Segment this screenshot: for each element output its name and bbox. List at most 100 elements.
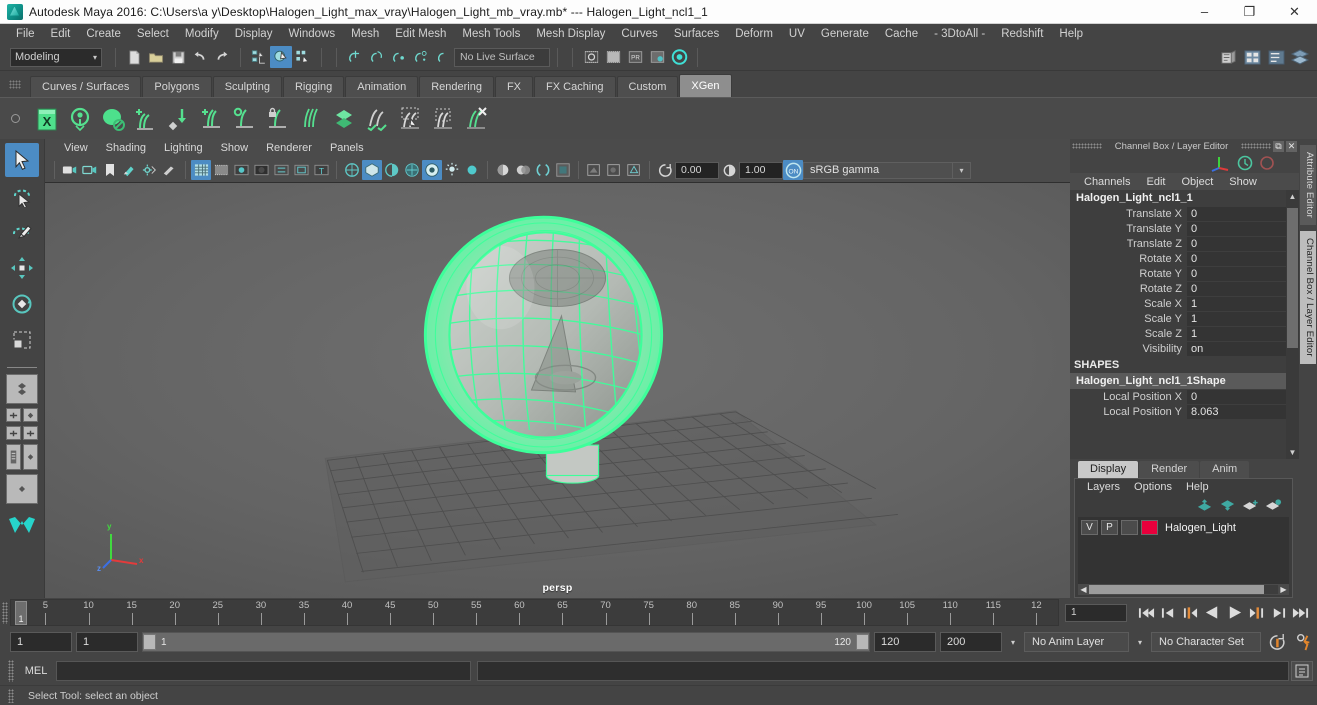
menu-3dtoall[interactable]: - 3DtoAll - (926, 25, 993, 43)
panel-grip-icon[interactable] (1241, 143, 1271, 149)
layer-menu-layers[interactable]: Layers (1080, 481, 1127, 493)
shelf-drag-handle[interactable] (0, 71, 30, 97)
xgen-lock-modifier-icon[interactable] (261, 102, 294, 136)
minimize-button[interactable]: – (1182, 0, 1227, 23)
new-layer-from-selected-icon[interactable] (1265, 498, 1282, 512)
exposure-field[interactable]: 0.00 (675, 161, 719, 179)
film-origin-icon[interactable] (271, 160, 291, 180)
layout-persp-button[interactable] (23, 408, 38, 422)
isolate-select-icon[interactable] (553, 160, 573, 180)
select-by-component-type-button[interactable] (292, 46, 314, 68)
channel-value[interactable]: 1 (1187, 311, 1299, 326)
screen-space-ao-icon[interactable] (462, 160, 482, 180)
step-back-frame-button[interactable] (1180, 602, 1201, 624)
dock-tab-channel-box[interactable]: Channel Box / Layer Editor (1300, 231, 1316, 364)
xgen-import-icon[interactable] (162, 102, 195, 136)
menu-modify[interactable]: Modify (177, 25, 227, 43)
go-to-end-button[interactable] (1290, 602, 1311, 624)
menu-cache[interactable]: Cache (877, 25, 926, 43)
script-editor-button[interactable] (1291, 661, 1313, 681)
layer-list-scrollbar[interactable]: ◀ ▶ (1078, 584, 1289, 595)
scroll-down-icon[interactable]: ▼ (1286, 446, 1299, 459)
channel-row[interactable]: Rotate X 0 (1070, 251, 1299, 266)
layout-two-pane-side-button[interactable] (23, 426, 38, 440)
image-plane-icon[interactable] (120, 160, 140, 180)
move-tool-button[interactable] (5, 251, 39, 285)
3d-viewport[interactable]: y x z persp (45, 183, 1070, 598)
menu-help[interactable]: Help (1051, 25, 1091, 43)
channel-box-scrollbar[interactable]: ▲ ▼ (1286, 190, 1299, 459)
viewport-menu-shading[interactable]: Shading (97, 140, 155, 157)
scroll-up-icon[interactable]: ▲ (1286, 190, 1299, 203)
range-slider[interactable]: 1 120 (142, 632, 870, 652)
auto-keyframe-toggle-icon[interactable] (1265, 630, 1289, 654)
animation-end-field[interactable]: 200 (940, 632, 1002, 652)
motion-blur-icon[interactable] (493, 160, 513, 180)
tab-render[interactable]: Render (1139, 461, 1200, 478)
rotate-tool-button[interactable] (5, 287, 39, 321)
color-space-dropdown[interactable]: sRGB gamma (803, 161, 953, 179)
menu-redshift[interactable]: Redshift (993, 25, 1051, 43)
layout-persp-outliner-button[interactable] (6, 444, 21, 470)
close-button[interactable]: ✕ (1272, 0, 1317, 23)
render-settings-button[interactable]: PR (624, 46, 646, 68)
xgen-add-clump-icon[interactable] (195, 102, 228, 136)
viewport-menu-show[interactable]: Show (212, 140, 258, 157)
step-forward-frame-button[interactable] (1246, 602, 1267, 624)
channel-box-content[interactable]: Halogen_Light_ncl1_1 Translate X 0 Trans… (1070, 190, 1299, 459)
layer-color-swatch[interactable] (1141, 520, 1158, 535)
xgen-collision-icon[interactable] (327, 102, 360, 136)
snap-to-point-button[interactable] (388, 46, 410, 68)
hypershade-button[interactable] (668, 46, 690, 68)
shelf-tab-polygons[interactable]: Polygons (142, 76, 212, 97)
channel-row[interactable]: Local Position X 0 (1070, 389, 1299, 404)
layout-single-perspective-button[interactable] (6, 374, 38, 404)
smooth-shaded-icon[interactable] (362, 160, 382, 180)
layer-row[interactable]: V P Halogen_Light (1078, 519, 1289, 536)
command-output[interactable] (477, 661, 1289, 681)
scale-tool-button[interactable] (5, 323, 39, 357)
two-d-pan-zoom-icon[interactable] (140, 160, 160, 180)
snap-to-view-plane-button[interactable] (432, 46, 454, 68)
layout-four-view-button[interactable] (6, 408, 21, 422)
show-channel-box-button[interactable] (1265, 46, 1287, 68)
shelf-tab-fx-caching[interactable]: FX Caching (534, 76, 616, 97)
stop-record-icon[interactable] (1259, 155, 1275, 171)
range-start-handle[interactable] (143, 634, 156, 650)
shape-node-name[interactable]: Halogen_Light_ncl1_1Shape (1070, 373, 1299, 389)
layer-playback-toggle[interactable]: P (1101, 520, 1118, 535)
time-slider[interactable]: 1 5 10 15 20 25 30 35 40 45 50 55 60 65 70 75 80 85 90 95 1… (10, 599, 1059, 626)
xgen-noise-modifier-icon[interactable] (228, 102, 261, 136)
grid-toggle-icon[interactable] (191, 160, 211, 180)
range-end-handle[interactable] (856, 634, 869, 650)
xgen-cut-modifier-icon[interactable] (294, 102, 327, 136)
layout-two-pane-stacked-button[interactable] (6, 426, 21, 440)
menu-file[interactable]: File (8, 25, 43, 43)
gate-mask-icon[interactable] (251, 160, 271, 180)
shelf-tab-animation[interactable]: Animation (345, 76, 419, 97)
shelf-tab-fx[interactable]: FX (494, 76, 534, 97)
ipr-render-button[interactable] (602, 46, 624, 68)
shelf-tab-rendering[interactable]: Rendering (419, 76, 494, 97)
menu-edit[interactable]: Edit (43, 25, 79, 43)
xray-joints-icon[interactable] (604, 160, 624, 180)
layer-shading-toggle[interactable] (1121, 520, 1138, 535)
step-forward-key-button[interactable] (1268, 602, 1289, 624)
cb-menu-object[interactable]: Object (1173, 176, 1221, 188)
xgen-delete-guides-icon[interactable] (459, 102, 492, 136)
dock-tab-attribute-editor[interactable]: Attribute Editor (1300, 145, 1316, 226)
command-language-label[interactable]: MEL (16, 665, 56, 677)
shelf-options-handle[interactable] (0, 98, 30, 140)
undock-panel-button[interactable]: ⧉ (1273, 140, 1284, 152)
menu-windows[interactable]: Windows (280, 25, 343, 43)
time-slider-grip[interactable] (0, 598, 10, 627)
layer-name[interactable]: Halogen_Light (1161, 522, 1236, 534)
menu-generate[interactable]: Generate (813, 25, 877, 43)
text-overlay-icon[interactable]: T (311, 160, 331, 180)
select-camera-icon[interactable] (60, 160, 80, 180)
live-surface-field[interactable]: No Live Surface (454, 47, 550, 67)
step-back-key-button[interactable] (1158, 602, 1179, 624)
scrollbar-track[interactable] (1089, 585, 1278, 594)
play-backwards-button[interactable] (1202, 602, 1223, 624)
select-by-hierarchy-button[interactable] (248, 46, 270, 68)
